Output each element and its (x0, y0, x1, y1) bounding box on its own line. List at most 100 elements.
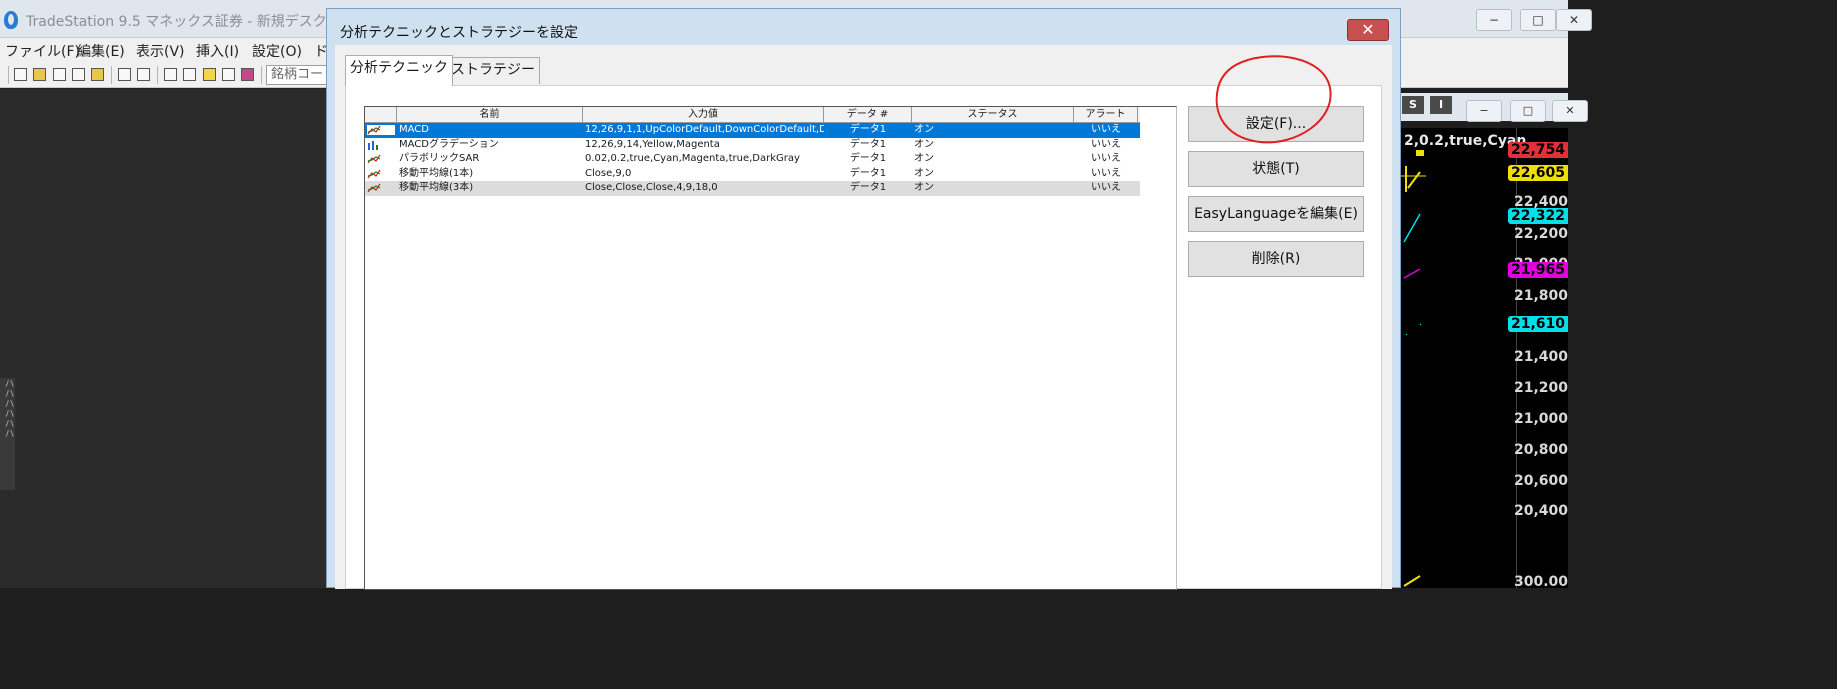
chart-maximize-button[interactable]: □ (1510, 100, 1546, 122)
row-inputs: Close,Close,Close,4,9,18,0 (585, 182, 718, 194)
price-axis: 22,754 22,605 22,400 22,322 22,200 22,00… (1507, 128, 1568, 590)
price-label: 21,800 (1513, 288, 1568, 304)
toolbar-separator (261, 66, 262, 84)
indicator-icon (367, 169, 381, 179)
app-close-button[interactable]: ✕ (1556, 9, 1592, 31)
row-status: オン (914, 167, 934, 179)
dialog-body: 分析テクニック ストラテジー 名前 入力値 データ # ステータス アラート M… (335, 45, 1392, 590)
table-row[interactable]: MACD 12,26,9,1,1,UpColorDefault,DownColo… (365, 123, 1140, 138)
price-tag-last: 22,754 (1507, 142, 1568, 158)
price-label: 300.00 (1513, 574, 1568, 590)
column-header-data[interactable]: データ # (824, 107, 912, 123)
delete-button[interactable]: 削除(R) (1188, 241, 1364, 277)
copy-icon[interactable] (53, 68, 66, 81)
tradestation-logo-icon (4, 11, 18, 29)
print-icon[interactable] (137, 68, 150, 81)
row-inputs: 0.02,0.2,true,Cyan,Magenta,true,DarkGray (585, 153, 800, 165)
row-status: オン (914, 124, 934, 135)
toolbar-separator (157, 66, 158, 84)
price-tag: 21,610 (1507, 316, 1568, 332)
menu-edit[interactable]: 編集(E) (77, 41, 125, 61)
price-label: 20,800 (1513, 442, 1568, 458)
column-header-icon (365, 107, 397, 123)
dialog-close-button[interactable]: ✕ (1347, 19, 1389, 41)
menu-file[interactable]: ファイル(F) (5, 41, 80, 61)
indicator-icon (368, 140, 378, 150)
side-panel-grip[interactable]: ハハハハハハ (0, 378, 15, 490)
window-arrange-icon[interactable] (183, 68, 196, 81)
left-workspace-pane (0, 89, 326, 588)
row-name: MACD (399, 124, 429, 135)
row-data: データ1 (849, 138, 887, 150)
menu-view[interactable]: 表示(V) (136, 41, 185, 61)
window-layout-icon[interactable] (164, 68, 177, 81)
folder-icon[interactable] (91, 68, 104, 81)
price-label: 21,200 (1513, 380, 1568, 396)
edit-easylanguage-button[interactable]: EasyLanguageを編集(E) (1188, 196, 1364, 232)
column-header-inputs[interactable]: 入力値 (583, 107, 824, 123)
row-data: データ1 (849, 124, 887, 135)
app-minimize-button[interactable]: − (1476, 9, 1512, 31)
row-alert: いいえ (1091, 153, 1121, 165)
tab-strategies[interactable]: ストラテジー (446, 57, 540, 84)
table-row[interactable]: パラボリックSAR 0.02,0.2,true,Cyan,Magenta,tru… (365, 152, 1140, 167)
status-button[interactable]: 状態(T) (1188, 151, 1364, 187)
indicator-icon (367, 154, 381, 164)
list-header: 名前 入力値 データ # ステータス アラート (365, 107, 1140, 123)
row-inputs: 12,26,9,1,1,UpColorDefault,DownColorDefa… (585, 124, 824, 135)
drawing-tool-icon[interactable] (222, 68, 235, 81)
row-alert: いいえ (1091, 182, 1121, 194)
new-file-icon[interactable] (14, 68, 27, 81)
chart-minimize-button[interactable]: − (1466, 100, 1502, 122)
open-folder-icon[interactable] (33, 68, 46, 81)
row-inputs: 12,26,9,14,Yellow,Magenta (585, 138, 720, 150)
tab-analysis-techniques[interactable]: 分析テクニック (345, 55, 453, 86)
indicator-icon (367, 184, 381, 193)
clipboard-icon[interactable] (72, 68, 85, 81)
row-name: パラボリックSAR (399, 153, 480, 165)
dialog-title-bar[interactable]: 分析テクニックとストラテジーを設定 ✕ (327, 9, 1400, 45)
row-data: データ1 (849, 182, 887, 194)
row-inputs: Close,9,0 (585, 167, 632, 179)
menu-insert[interactable]: 挿入(I) (196, 41, 239, 61)
analysis-techniques-dialog: 分析テクニックとストラテジーを設定 ✕ 分析テクニック ストラテジー 名前 入力… (326, 8, 1401, 590)
app-maximize-button[interactable]: □ (1520, 9, 1556, 31)
price-label: 20,600 (1513, 473, 1568, 489)
settings-button[interactable]: 設定(F)... (1188, 106, 1364, 142)
table-row[interactable]: 移動平均線(1本) Close,9,0 データ1 オン いいえ (365, 167, 1140, 182)
row-data: データ1 (849, 167, 887, 179)
price-tag: 22,605 (1507, 165, 1568, 181)
row-status: オン (914, 182, 934, 194)
chart-interval-button[interactable]: I (1430, 96, 1452, 114)
symbol-input[interactable]: 銘柄コード (266, 65, 330, 85)
price-label: 21,000 (1513, 411, 1568, 427)
row-status: オン (914, 138, 934, 150)
row-data: データ1 (849, 153, 887, 165)
price-label: 20,400 (1513, 503, 1568, 519)
print-preview-icon[interactable] (118, 68, 131, 81)
row-name: MACDグラデーション (399, 138, 499, 150)
color-palette-icon[interactable] (241, 68, 254, 81)
chart-close-button[interactable]: ✕ (1552, 100, 1588, 122)
table-row[interactable]: MACDグラデーション 12,26,9,14,Yellow,Magenta デー… (365, 138, 1140, 153)
dialog-title: 分析テクニックとストラテジーを設定 (340, 25, 578, 41)
lock-icon[interactable] (203, 68, 216, 81)
price-tag: 21,965 (1507, 262, 1568, 278)
table-row[interactable]: 移動平均線(3本) Close,Close,Close,4,9,18,0 データ… (365, 181, 1140, 196)
price-tag: 22,322 (1507, 208, 1568, 224)
row-alert: いいえ (1091, 138, 1121, 150)
column-header-status[interactable]: ステータス (912, 107, 1074, 123)
indicator-icon (367, 125, 395, 135)
price-label: 21,400 (1513, 349, 1568, 365)
app-title: TradeStation 9.5 マネックス証券 - 新規デスクトップ (26, 14, 369, 30)
techniques-list[interactable]: 名前 入力値 データ # ステータス アラート MACD 12,26,9,1,1… (364, 106, 1177, 590)
chart-symbol-button[interactable]: S (1402, 96, 1424, 114)
menu-settings[interactable]: 設定(O) (252, 41, 302, 61)
column-header-name[interactable]: 名前 (397, 107, 583, 123)
row-alert: いいえ (1091, 167, 1121, 179)
row-name: 移動平均線(1本) (399, 167, 474, 179)
row-status: オン (914, 153, 934, 165)
toolbar-separator (111, 66, 112, 84)
price-label: 22,200 (1513, 226, 1568, 242)
column-header-alert[interactable]: アラート (1074, 107, 1138, 123)
